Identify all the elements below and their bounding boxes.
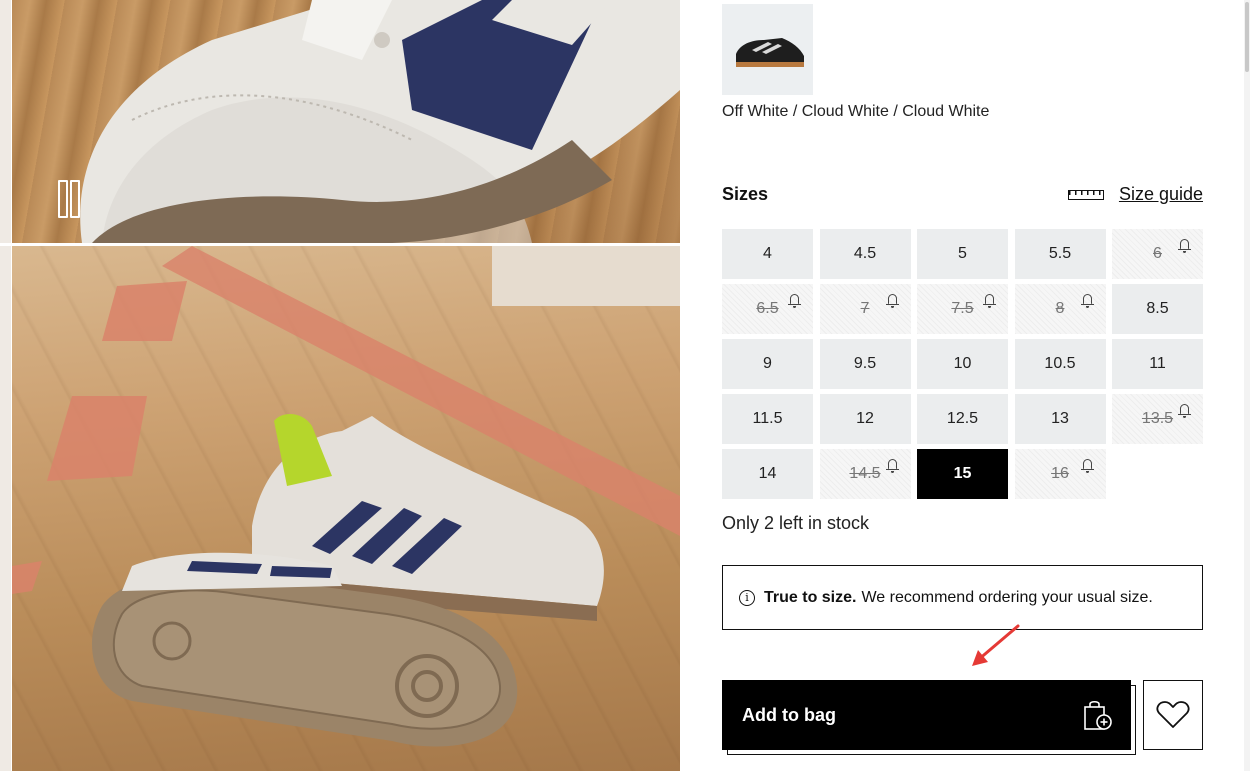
size-option[interactable]: 11.5 xyxy=(722,394,813,444)
size-option-label: 6 xyxy=(1153,245,1162,262)
shoe-pair-illustration xyxy=(12,246,680,747)
size-option[interactable]: 10 xyxy=(917,339,1008,389)
stock-message: Only 2 left in stock xyxy=(722,513,870,533)
notify-bell-icon xyxy=(1178,404,1191,418)
size-option-label: 12 xyxy=(856,410,874,427)
size-option-label: 13 xyxy=(1051,410,1069,427)
size-option[interactable]: 16 xyxy=(1014,449,1106,499)
size-option-label: 7.5 xyxy=(951,300,974,317)
size-option[interactable]: 6 xyxy=(1112,229,1203,279)
notify-bell-icon xyxy=(1080,294,1094,308)
size-option[interactable]: 7 xyxy=(819,284,911,334)
size-option[interactable]: 8.5 xyxy=(1112,284,1203,334)
size-option-label: 16 xyxy=(1051,465,1069,482)
sizes-heading: Sizes xyxy=(722,184,769,204)
annotation-arrow-icon xyxy=(972,624,1020,666)
size-option-label: 7 xyxy=(860,300,870,317)
size-option-label: 9.5 xyxy=(853,355,877,372)
shoe-closeup-illustration xyxy=(80,0,680,243)
size-option[interactable]: 7.5 xyxy=(917,284,1008,334)
color-name: Off White / Cloud White / Cloud White xyxy=(722,103,990,120)
size-option-label: 14 xyxy=(758,465,777,482)
size-option[interactable]: 4.5 xyxy=(819,229,911,279)
size-grid: 4 4.5 5 5.5 6 6.5 7 7.5 8 8.5 9 9.5 10 10.5 11 11.5 12 12… xyxy=(722,229,1203,499)
fit-info-box: i True to size. We recommend ordering yo… xyxy=(722,565,1203,630)
notify-bell-icon xyxy=(885,459,899,473)
size-option-label: 14.5 xyxy=(849,465,881,482)
size-option[interactable]: 14 xyxy=(722,449,813,499)
size-option-label: 10.5 xyxy=(1044,355,1076,372)
gallery-edge-strip xyxy=(0,0,11,771)
size-option[interactable]: 9.5 xyxy=(819,339,911,389)
shoe-thumbnail-icon xyxy=(736,38,804,67)
size-option-label: 10 xyxy=(953,355,972,372)
size-option[interactable]: 6.5 xyxy=(722,284,813,334)
product-image-top[interactable] xyxy=(12,0,680,243)
size-guide-label: Size guide xyxy=(1118,184,1203,204)
size-option-label: 11 xyxy=(1149,355,1166,372)
notify-bell-icon xyxy=(885,294,899,308)
size-option[interactable]: 10.5 xyxy=(1014,339,1106,389)
size-option[interactable]: 13 xyxy=(1014,394,1106,444)
size-option-label: 8.5 xyxy=(1146,300,1169,317)
notify-bell-icon xyxy=(788,294,801,308)
size-option[interactable]: 8 xyxy=(1014,284,1106,334)
wishlist-button[interactable] xyxy=(1143,680,1203,750)
size-option-label: 15 xyxy=(953,465,972,482)
size-option-label: 5 xyxy=(958,245,967,262)
size-option[interactable]: 12 xyxy=(819,394,911,444)
shopping-bag-plus-icon xyxy=(1084,700,1112,730)
product-image-bottom[interactable] xyxy=(12,246,680,771)
size-option-label: 8 xyxy=(1055,300,1065,317)
fit-info-bold: True to size. xyxy=(764,588,857,606)
fit-info-text: We recommend ordering your usual size. xyxy=(861,588,1153,606)
size-option[interactable]: 11 xyxy=(1112,339,1203,389)
info-icon: i xyxy=(739,589,755,606)
size-option[interactable]: 14.5 xyxy=(819,449,911,499)
size-option-label: 4.5 xyxy=(853,245,877,262)
size-option[interactable]: 5 xyxy=(917,229,1008,279)
notify-bell-icon xyxy=(1178,239,1191,253)
size-option[interactable]: 5.5 xyxy=(1014,229,1106,279)
size-option[interactable]: 15 xyxy=(917,449,1008,499)
size-guide-link[interactable]: Size guide xyxy=(1067,184,1203,205)
notify-bell-icon xyxy=(983,294,996,308)
notify-bell-icon xyxy=(1080,459,1094,473)
ruler-icon xyxy=(1067,189,1104,200)
gallery-divider xyxy=(0,243,11,246)
scrollbar-thumb[interactable] xyxy=(1245,2,1249,72)
add-to-bag-button[interactable]: Add to bag xyxy=(722,680,1131,750)
pause-icon xyxy=(58,180,68,218)
color-variant-thumbnail[interactable] xyxy=(722,4,813,95)
size-option[interactable]: 12.5 xyxy=(917,394,1008,444)
pause-button[interactable] xyxy=(58,180,80,218)
add-to-bag-label: Add to bag xyxy=(742,704,836,725)
size-option-label: 11.5 xyxy=(752,410,783,427)
size-option-label: 4 xyxy=(763,245,772,262)
size-option[interactable]: 9 xyxy=(722,339,813,389)
size-option[interactable]: 13.5 xyxy=(1112,394,1203,444)
heart-icon xyxy=(1156,701,1190,728)
size-option-label: 9 xyxy=(763,355,772,372)
page-scrollbar[interactable] xyxy=(1244,0,1250,771)
size-option-label: 5.5 xyxy=(1048,245,1072,262)
size-option-label: 6.5 xyxy=(756,300,779,317)
size-option-label: 13.5 xyxy=(1141,410,1174,427)
size-option-label: 12.5 xyxy=(946,410,979,427)
size-option[interactable]: 4 xyxy=(722,229,813,279)
